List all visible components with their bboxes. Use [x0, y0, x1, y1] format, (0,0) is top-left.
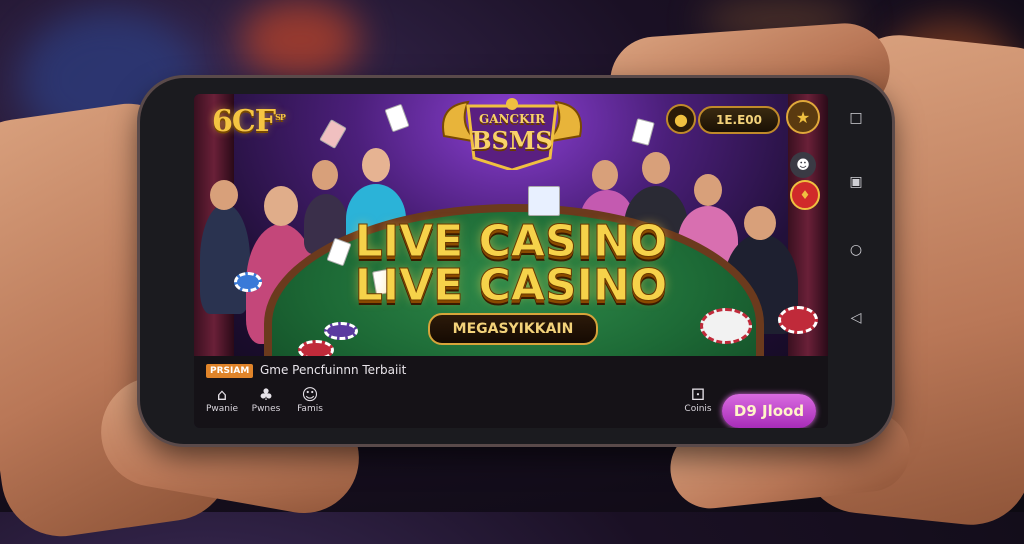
- hero-title-line-2: LIVE CASINO: [354, 260, 668, 312]
- gift-icon[interactable]: ♦: [790, 180, 820, 210]
- dealer-icon[interactable]: ☻: [790, 152, 816, 178]
- poker-chip: [324, 322, 358, 340]
- nav-label: Pwanie: [205, 404, 239, 414]
- playing-card: [319, 119, 347, 149]
- player-head: [642, 152, 670, 184]
- player-head: [592, 160, 618, 190]
- nav-label: Pwnes: [251, 404, 281, 414]
- poker-chip: [700, 308, 752, 344]
- nav-label: Coinis: [684, 404, 712, 414]
- playing-card: [384, 103, 410, 133]
- crest-title-top: GANCKIR: [478, 112, 546, 126]
- hero-subtitle-badge[interactable]: MEGASYIKKAIN: [428, 313, 598, 345]
- nav-item-friends[interactable]: ☺ Famis: [290, 385, 330, 415]
- dice-icon: ⚀: [691, 385, 705, 404]
- deposit-button[interactable]: D9 Jlood: [722, 394, 816, 428]
- balance-value: 1E.E00: [715, 113, 762, 127]
- bottom-bar: PRSIAM Gme Pencfuinnn Terbaiit ⌂ Pwanie …: [194, 356, 828, 428]
- hero-banner: 6CFSP GANCKIR BSMS ● 1E.E00 ★ ☻ ♦ LIVE C…: [194, 94, 828, 404]
- card-icon: ♣: [258, 385, 274, 404]
- phone-frame: 6CFSP GANCKIR BSMS ● 1E.E00 ★ ☻ ♦ LIVE C…: [140, 78, 892, 444]
- nav-item-games[interactable]: ♣ Pwnes: [246, 385, 286, 415]
- app-screen: 6CFSP GANCKIR BSMS ● 1E.E00 ★ ☻ ♦ LIVE C…: [194, 94, 828, 428]
- tagline-text: Gme Pencfuinnn Terbaiit: [260, 363, 407, 377]
- balance-pill[interactable]: 1E.E00: [698, 106, 780, 134]
- nav-item-coins[interactable]: ⚀ Coinis: [678, 385, 718, 415]
- nav-item-home[interactable]: ⌂ Pwanie: [202, 385, 242, 415]
- promo-tag: PRSIAM: [206, 364, 254, 378]
- player-head: [210, 180, 238, 210]
- home-icon: ⌂: [216, 385, 228, 404]
- trophy-coin-icon[interactable]: ★: [786, 100, 820, 134]
- player-head: [362, 148, 390, 182]
- app-logo[interactable]: 6CFSP: [212, 104, 286, 139]
- coin-stack-icon[interactable]: ●: [666, 104, 696, 134]
- crest-title-main: BSMS: [471, 126, 553, 155]
- home-circle-icon[interactable]: ○: [846, 242, 866, 258]
- square-icon[interactable]: □: [846, 110, 866, 126]
- player-head: [694, 174, 722, 206]
- player-head: [312, 160, 338, 190]
- people-icon: ☺: [301, 385, 319, 404]
- recent-icon[interactable]: ▣: [846, 174, 866, 190]
- back-triangle-icon[interactable]: ◁: [846, 310, 866, 326]
- playing-card: [528, 186, 560, 216]
- deposit-label: D9 Jlood: [733, 402, 805, 420]
- nav-label: Famis: [297, 404, 323, 414]
- hero-subtitle: MEGASYIKKAIN: [452, 321, 574, 337]
- background-light: [240, 0, 360, 80]
- playing-card: [631, 118, 655, 146]
